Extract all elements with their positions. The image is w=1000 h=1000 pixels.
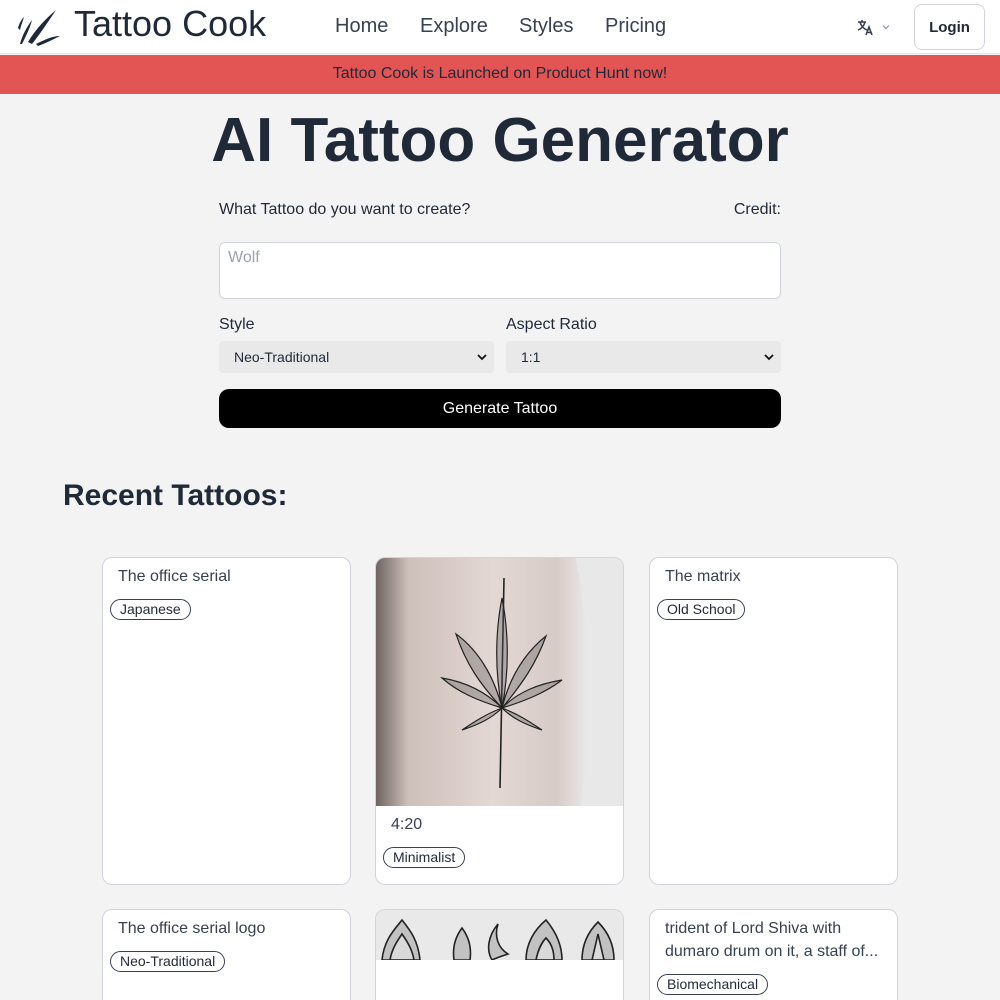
brush-logo-icon[interactable]	[16, 6, 62, 48]
tattoo-card-title: The office serial logo	[118, 920, 266, 937]
tattoo-card[interactable]: 4:20 Minimalist	[375, 557, 624, 885]
chevron-down-icon	[882, 25, 890, 30]
aspect-ratio-select[interactable]: 1:1	[506, 341, 781, 373]
tattoo-image	[376, 910, 623, 960]
nav-explore[interactable]: Explore	[420, 14, 488, 38]
credit-label: Credit:	[733, 201, 781, 218]
chevron-down-icon	[764, 354, 774, 361]
style-tag: Biomechanical	[657, 974, 769, 995]
brand-name[interactable]: Tattoo Cook	[74, 4, 266, 44]
style-tag: Minimalist	[383, 847, 466, 868]
tattoo-card[interactable]: trident of Lord Shiva with dumaro drum o…	[649, 909, 898, 1000]
recent-tattoos-heading: Recent Tattoos:	[63, 479, 288, 512]
login-button[interactable]: Login	[914, 4, 985, 50]
tattoo-card-title: trident of Lord Shiva with dumaro drum o…	[665, 920, 879, 960]
announcement-banner[interactable]: Tattoo Cook is Launched on Product Hunt …	[0, 55, 1000, 94]
style-select-value: Neo-Traditional	[234, 349, 330, 365]
page-title: AI Tattoo Generator	[211, 106, 789, 175]
style-tag: Neo-Traditional	[110, 951, 226, 972]
tattoo-card[interactable]	[375, 909, 624, 1000]
translate-icon	[857, 20, 873, 36]
aspect-ratio-label: Aspect Ratio	[506, 316, 597, 333]
chevron-down-icon	[477, 354, 487, 361]
style-label: Style	[219, 316, 255, 333]
tattoo-card[interactable]: The matrix Old School	[649, 557, 898, 885]
tattoo-card-title: The office serial	[118, 568, 231, 585]
generate-tattoo-button[interactable]: Generate Tattoo	[219, 389, 781, 428]
tattoo-card[interactable]: The office serial Japanese	[102, 557, 351, 885]
style-tag: Japanese	[110, 599, 191, 620]
language-selector[interactable]	[856, 16, 896, 38]
nav-styles[interactable]: Styles	[519, 14, 573, 38]
tattoo-card-title: 4:20	[391, 816, 423, 833]
tattoo-image	[376, 558, 623, 806]
tattoo-card[interactable]: The office serial logo Neo-Traditional	[102, 909, 351, 1000]
style-select[interactable]: Neo-Traditional	[219, 341, 494, 373]
aspect-ratio-select-value: 1:1	[521, 349, 541, 365]
nav-home[interactable]: Home	[335, 14, 388, 38]
top-navbar: Tattoo Cook Home Explore Styles Pricing …	[0, 0, 1000, 54]
style-tag: Old School	[657, 599, 746, 620]
prompt-label: What Tattoo do you want to create?	[219, 201, 471, 218]
prompt-input[interactable]	[219, 242, 781, 299]
tattoo-card-title: The matrix	[665, 568, 741, 585]
nav-pricing[interactable]: Pricing	[605, 14, 666, 38]
